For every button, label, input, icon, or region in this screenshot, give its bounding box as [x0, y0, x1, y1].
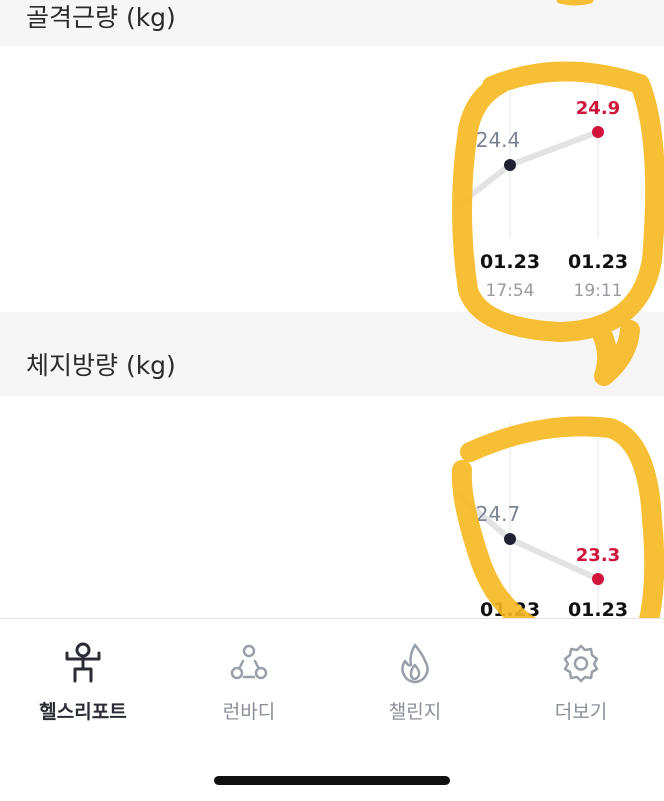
data-label: 24.9: [576, 98, 620, 119]
tab-runbody[interactable]: 런바디: [166, 641, 332, 751]
data-point: [504, 159, 516, 171]
tab-label: 챌린지: [388, 701, 442, 723]
data-point: [592, 126, 604, 138]
gear-icon: [498, 641, 664, 685]
tab-challenge[interactable]: 챌린지: [332, 641, 498, 751]
x-tick-date: 01.23: [568, 599, 628, 618]
data-label: 23.3: [576, 545, 620, 566]
tab-more[interactable]: 더보기: [498, 641, 664, 751]
line-chart-body-fat: 24.7 23.3 01.23 01.23: [455, 422, 628, 618]
data-label: 24.4: [476, 128, 521, 152]
chart-card-body-fat[interactable]: 24.7 23.3 01.23 01.23: [0, 396, 664, 618]
section-header-body-fat: 체지방량 (kg): [0, 312, 664, 396]
x-tick-time: 17:54: [486, 281, 535, 301]
data-point: [504, 533, 516, 545]
section-title: 골격근량 (kg): [26, 3, 176, 32]
flame-icon: [332, 641, 498, 685]
runbody-nodes-icon: [166, 641, 332, 685]
section-title: 체지방량 (kg): [26, 351, 176, 380]
x-tick-date: 01.23: [480, 251, 540, 273]
home-indicator: [214, 776, 450, 785]
chart-card-skeletal-muscle[interactable]: 24.4 24.9 01.23 17:54 01.23 19:11: [0, 46, 664, 312]
tab-label: 런바디: [222, 701, 276, 723]
series-line: [455, 162, 513, 208]
tab-label: 헬스리포트: [39, 701, 127, 723]
person-report-icon: [0, 641, 166, 685]
x-tick-date: 01.23: [568, 251, 628, 273]
bottom-tab-bar: 헬스리포트 런바디 챌린지 더보기: [0, 618, 664, 801]
tab-health-report[interactable]: 헬스리포트: [0, 641, 166, 751]
x-tick-time: 19:11: [574, 281, 623, 301]
data-point: [592, 573, 604, 585]
section-header-skeletal-muscle: 골격근량 (kg): [0, 0, 664, 46]
data-label: 24.7: [476, 502, 521, 526]
tab-label: 더보기: [554, 701, 608, 723]
x-tick-date: 01.23: [480, 599, 540, 618]
line-chart-skeletal-muscle: 24.4 24.9 01.23 17:54 01.23 19:11: [455, 78, 628, 301]
series-line: [507, 129, 601, 168]
